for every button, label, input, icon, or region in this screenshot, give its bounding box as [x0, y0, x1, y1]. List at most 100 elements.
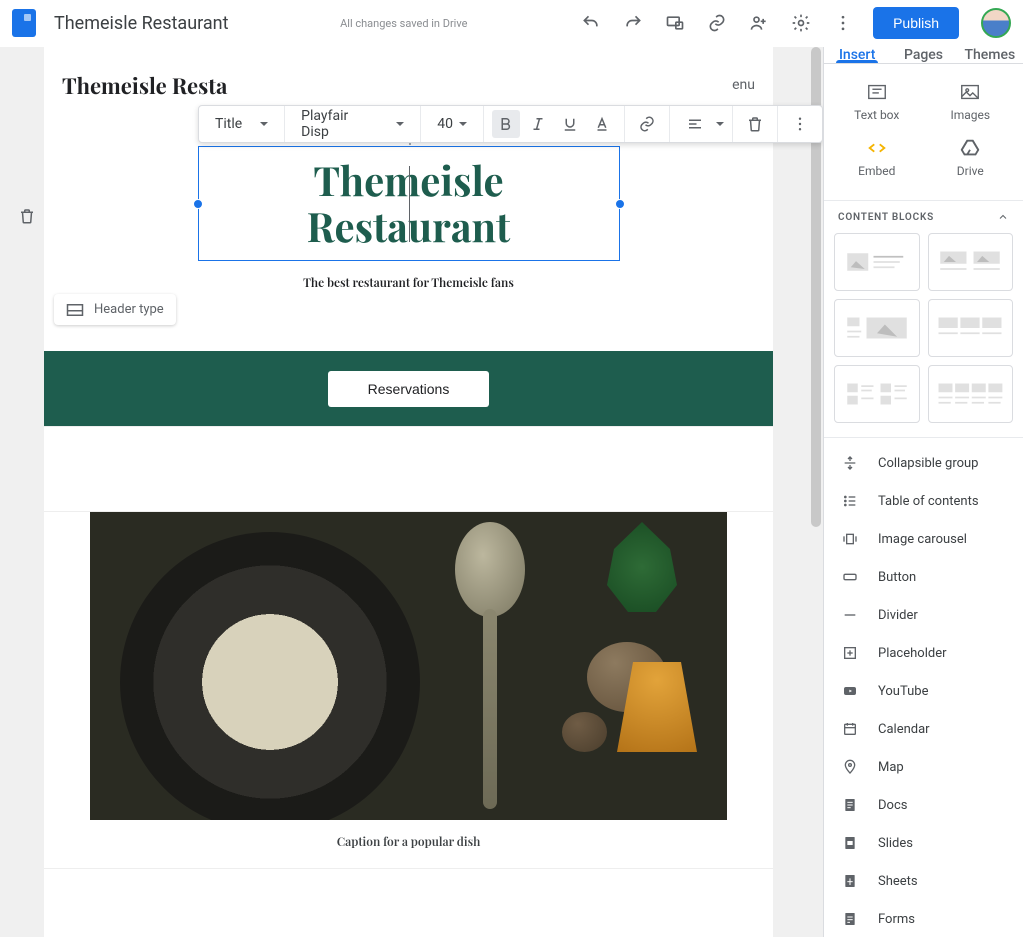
insert-text-box[interactable]: Text box — [830, 74, 924, 130]
delete-button[interactable] — [741, 110, 769, 138]
publish-button[interactable]: Publish — [873, 7, 959, 39]
caret-icon — [459, 122, 467, 126]
insert-grid: Text box Images Embed Drive — [824, 64, 1023, 201]
scrollbar[interactable] — [809, 47, 823, 937]
content-blocks-label: CONTENT BLOCKS — [838, 212, 934, 223]
comp-forms[interactable]: Forms — [824, 900, 1023, 937]
text-style-label: Title — [215, 116, 242, 132]
bold-button[interactable] — [492, 110, 520, 138]
herb-graphic — [607, 522, 677, 612]
comp-label: Sheets — [878, 874, 918, 889]
more-options-button[interactable] — [786, 110, 814, 138]
content-blocks-header[interactable]: CONTENT BLOCKS — [824, 201, 1023, 229]
reservations-section[interactable]: Reservations — [44, 351, 773, 426]
component-list: Collapsible group Table of contents Imag… — [824, 438, 1023, 937]
gear-icon[interactable] — [789, 11, 813, 35]
text-box-icon — [865, 82, 889, 102]
font-size-value: 40 — [437, 116, 453, 132]
resize-handle-right[interactable] — [615, 199, 625, 209]
images-icon — [958, 82, 982, 102]
title-text-box[interactable]: Themeisle Restaurant — [198, 146, 620, 261]
comp-label: Table of contents — [878, 494, 979, 509]
insert-embed[interactable]: Embed — [830, 130, 924, 186]
italic-button[interactable] — [524, 110, 552, 138]
link-icon[interactable] — [705, 11, 729, 35]
youtube-icon — [840, 681, 860, 701]
spoon-graphic — [450, 522, 530, 812]
comp-placeholder[interactable]: Placeholder — [824, 634, 1023, 672]
divider-icon — [840, 605, 860, 625]
comp-carousel[interactable]: Image carousel — [824, 520, 1023, 558]
underline-button[interactable] — [556, 110, 584, 138]
dish-photo[interactable] — [90, 512, 727, 820]
sites-logo-icon[interactable] — [12, 9, 36, 37]
hero-title-text[interactable]: Themeisle Restaurant — [307, 158, 510, 250]
comp-youtube[interactable]: YouTube — [824, 672, 1023, 710]
block-layout-5[interactable] — [834, 365, 920, 423]
comp-label: Map — [878, 760, 904, 775]
preview-icon[interactable] — [663, 11, 687, 35]
block-layout-6[interactable] — [928, 365, 1014, 423]
caret-icon — [396, 122, 404, 126]
block-layout-2[interactable] — [928, 233, 1014, 291]
insert-link-button[interactable] — [633, 110, 661, 138]
hero-subtitle[interactable]: The best restaurant for Themeisle fans — [44, 275, 773, 291]
block-layout-1[interactable] — [834, 233, 920, 291]
block-layout-3[interactable] — [834, 299, 920, 357]
site-title[interactable]: Themeisle Resta — [62, 70, 227, 100]
share-icon[interactable] — [747, 11, 771, 35]
sheets-icon — [840, 871, 860, 891]
comp-sheets[interactable]: Sheets — [824, 862, 1023, 900]
drive-icon — [958, 138, 982, 158]
comp-docs[interactable]: Docs — [824, 786, 1023, 824]
align-button[interactable] — [678, 110, 712, 138]
insert-drive[interactable]: Drive — [924, 130, 1018, 186]
text-color-button[interactable] — [588, 110, 616, 138]
comp-label: Slides — [878, 836, 913, 851]
comp-collapsible-group[interactable]: Collapsible group — [824, 444, 1023, 482]
comp-label: Forms — [878, 912, 915, 927]
comp-divider[interactable]: Divider — [824, 596, 1023, 634]
header-type-chip[interactable]: Header type — [54, 294, 176, 325]
font-select[interactable]: Playfair Disp — [293, 108, 412, 140]
empty-section[interactable] — [44, 426, 773, 512]
comp-map[interactable]: Map — [824, 748, 1023, 786]
tab-insert[interactable]: Insert — [824, 47, 890, 63]
comp-toc[interactable]: Table of contents — [824, 482, 1023, 520]
resize-handle-left[interactable] — [193, 199, 203, 209]
comp-button[interactable]: Button — [824, 558, 1023, 596]
embed-icon — [865, 138, 889, 158]
font-size-select[interactable]: 40 — [429, 116, 475, 132]
user-avatar[interactable] — [981, 8, 1011, 38]
placeholder-icon — [840, 643, 860, 663]
insert-images[interactable]: Images — [924, 74, 1018, 130]
photo-section[interactable]: Caption for a popular dish — [44, 512, 773, 868]
reservations-button[interactable]: Reservations — [328, 371, 490, 407]
dish-caption[interactable]: Caption for a popular dish — [90, 834, 727, 850]
mushroom-graphic — [562, 712, 607, 752]
plate-graphic — [120, 532, 420, 820]
block-layout-4[interactable] — [928, 299, 1014, 357]
header-type-label: Header type — [94, 302, 164, 317]
tab-themes[interactable]: Themes — [957, 47, 1023, 63]
caret-icon — [260, 122, 268, 126]
tab-pages[interactable]: Pages — [890, 47, 956, 63]
forms-icon — [840, 909, 860, 929]
insert-label: Drive — [957, 164, 984, 178]
undo-icon[interactable] — [579, 11, 603, 35]
delete-section-icon[interactable] — [18, 207, 36, 229]
document-title[interactable]: Themeisle Restaurant — [54, 13, 228, 34]
comp-label: Button — [878, 570, 916, 585]
resize-grip-top[interactable] — [400, 143, 418, 149]
toc-icon — [840, 491, 860, 511]
insert-label: Text box — [854, 108, 899, 122]
comp-slides[interactable]: Slides — [824, 824, 1023, 862]
carousel-icon — [840, 529, 860, 549]
empty-section-2[interactable] — [44, 868, 773, 937]
comp-label: Divider — [878, 608, 918, 623]
comp-label: Collapsible group — [878, 456, 978, 471]
comp-calendar[interactable]: Calendar — [824, 710, 1023, 748]
more-icon[interactable] — [831, 11, 855, 35]
redo-icon[interactable] — [621, 11, 645, 35]
text-style-select[interactable]: Title — [207, 116, 276, 132]
